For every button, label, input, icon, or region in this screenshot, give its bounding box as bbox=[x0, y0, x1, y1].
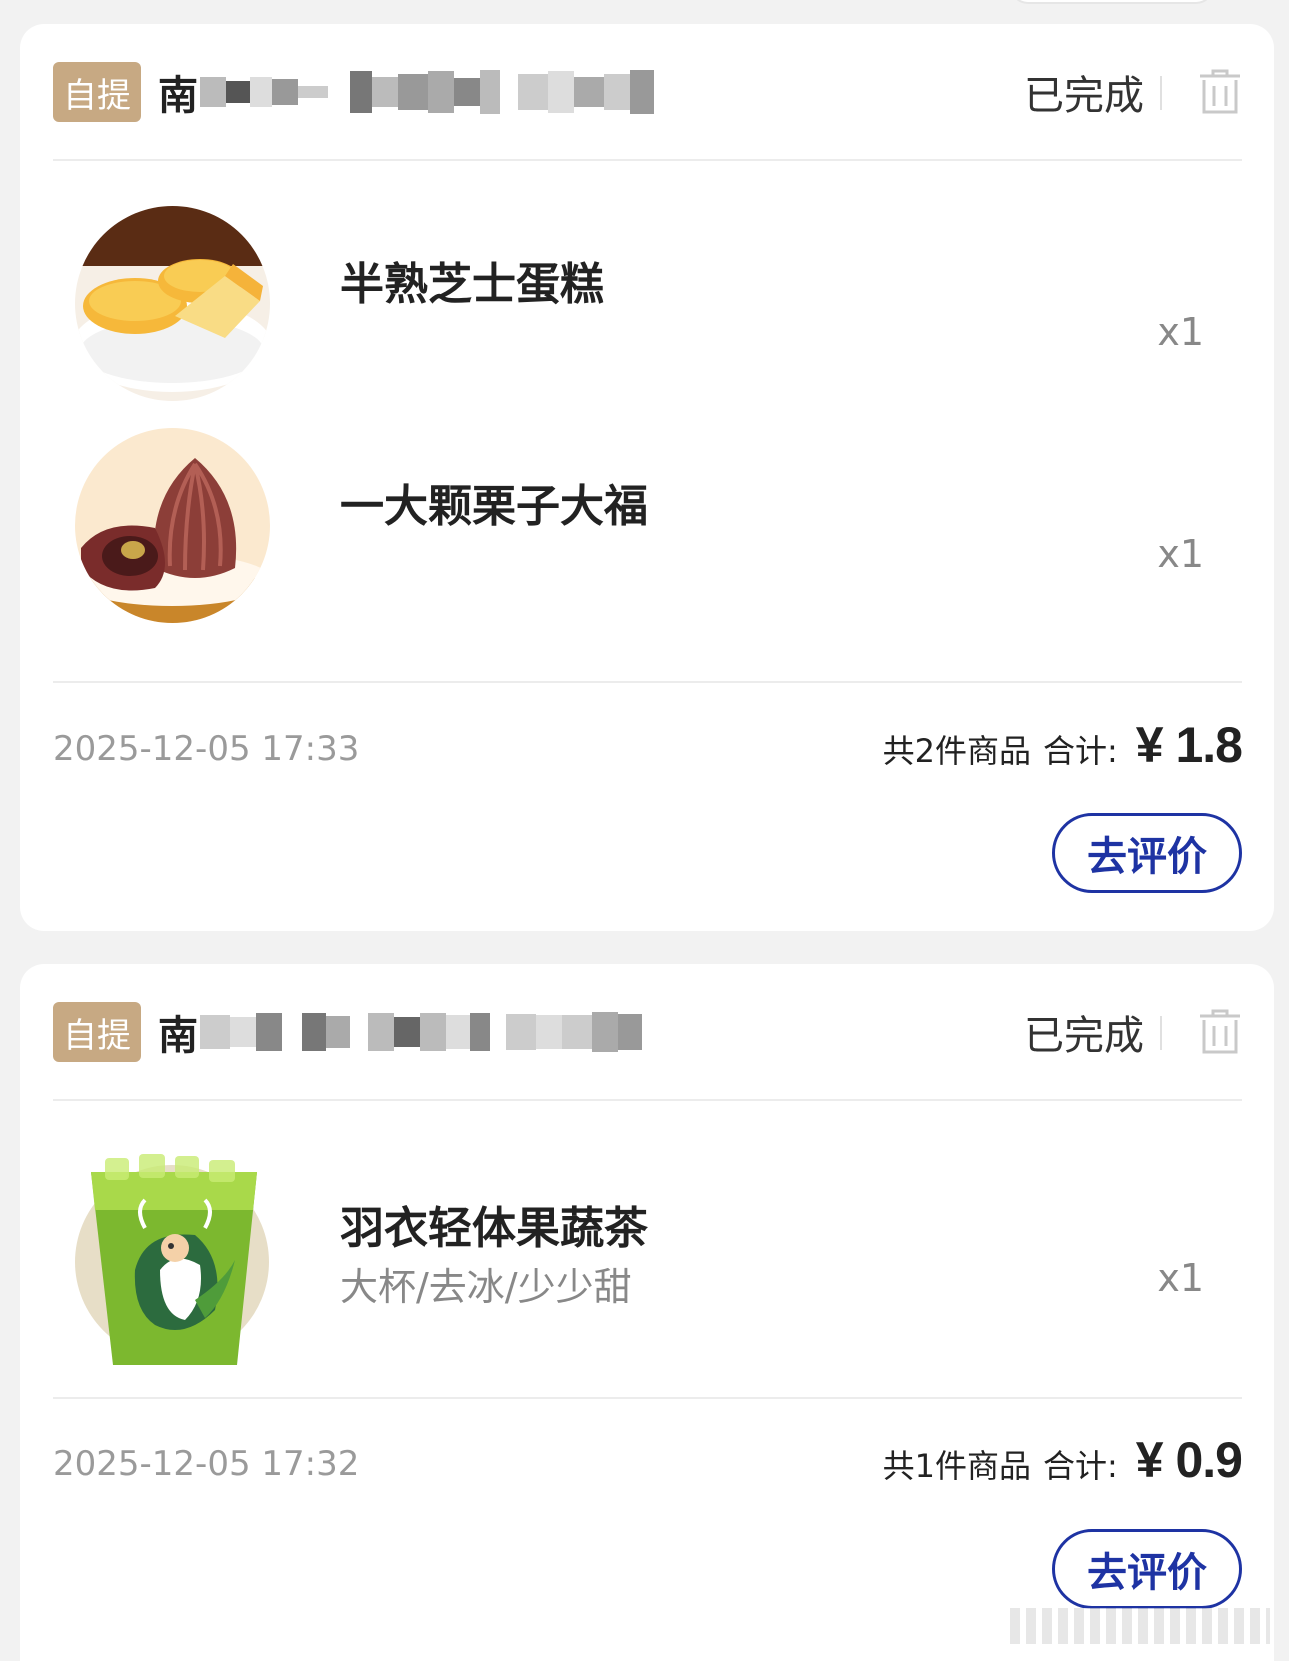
order-total-price: ¥ 1.8 bbox=[1135, 717, 1243, 773]
order-header: 自提 南 已完成 bbox=[20, 964, 1274, 1099]
order-summary: 共1件商品 合计: ¥ 0.9 bbox=[882, 1431, 1243, 1489]
item-count: 共2件商品 bbox=[882, 732, 1031, 770]
pickup-badge: 自提 bbox=[53, 62, 141, 122]
order-timestamp: 2025-12-05 17:32 bbox=[53, 1444, 360, 1484]
status-divider bbox=[1160, 76, 1162, 110]
product-spec: 大杯/去冰/少少甜 bbox=[340, 1265, 632, 1309]
product-image-green-veggie-tea bbox=[75, 1150, 270, 1365]
product-quantity: x1 bbox=[1157, 1256, 1204, 1300]
order-summary: 共2件商品 合计: ¥ 1.8 bbox=[882, 716, 1243, 774]
review-button[interactable]: 去评价 bbox=[1052, 813, 1242, 893]
order-card[interactable]: 自提 南 bbox=[20, 24, 1274, 931]
product-name: 一大颗栗子大福 bbox=[340, 481, 648, 532]
store-name-text: 南 bbox=[158, 73, 198, 119]
order-status: 已完成 bbox=[1024, 1013, 1144, 1059]
items-divider bbox=[53, 681, 1242, 683]
redacted-strip bbox=[1010, 1608, 1270, 1644]
order-total-price: ¥ 0.9 bbox=[1135, 1432, 1243, 1488]
header-divider bbox=[53, 1099, 1242, 1101]
pickup-badge: 自提 bbox=[53, 1002, 141, 1062]
store-name: 南 bbox=[158, 62, 654, 122]
top-tab-stub bbox=[1010, 0, 1214, 4]
order-item[interactable]: 羽衣轻体果蔬茶 大杯/去冰/少少甜 x1 bbox=[53, 1142, 1242, 1365]
review-button[interactable]: 去评价 bbox=[1052, 1529, 1242, 1609]
order-list-page: 自提 南 已完成 半熟芝士蛋糕 x1 一大颗栗子大福 x1 2025-12-05… bbox=[0, 0, 1289, 1661]
product-name: 半熟芝士蛋糕 bbox=[340, 259, 604, 310]
store-name-text: 南 bbox=[158, 1013, 198, 1059]
product-quantity: x1 bbox=[1157, 532, 1204, 576]
order-status: 已完成 bbox=[1024, 73, 1144, 119]
total-label: 合计: bbox=[1042, 1447, 1118, 1485]
order-item[interactable]: 一大颗栗子大福 x1 bbox=[53, 428, 1242, 628]
store-name-redacted bbox=[200, 1012, 642, 1052]
trash-icon[interactable] bbox=[1198, 1008, 1242, 1054]
product-image-chestnut-daifuku bbox=[75, 428, 270, 623]
order-timestamp: 2025-12-05 17:33 bbox=[53, 729, 360, 769]
order-item[interactable]: 半熟芝士蛋糕 x1 bbox=[53, 206, 1242, 406]
order-card[interactable]: 自提 南 bbox=[20, 964, 1274, 1661]
order-header: 自提 南 已完成 bbox=[20, 24, 1274, 159]
total-label: 合计: bbox=[1042, 732, 1118, 770]
product-name: 羽衣轻体果蔬茶 bbox=[340, 1203, 648, 1254]
item-count: 共1件商品 bbox=[882, 1447, 1031, 1485]
product-image-cheesecake bbox=[75, 206, 270, 401]
status-divider bbox=[1160, 1016, 1162, 1050]
store-name: 南 bbox=[158, 1002, 642, 1062]
header-divider bbox=[53, 159, 1242, 161]
items-divider bbox=[53, 1397, 1242, 1399]
store-name-redacted bbox=[200, 70, 654, 114]
product-quantity: x1 bbox=[1157, 310, 1204, 354]
trash-icon[interactable] bbox=[1198, 68, 1242, 114]
